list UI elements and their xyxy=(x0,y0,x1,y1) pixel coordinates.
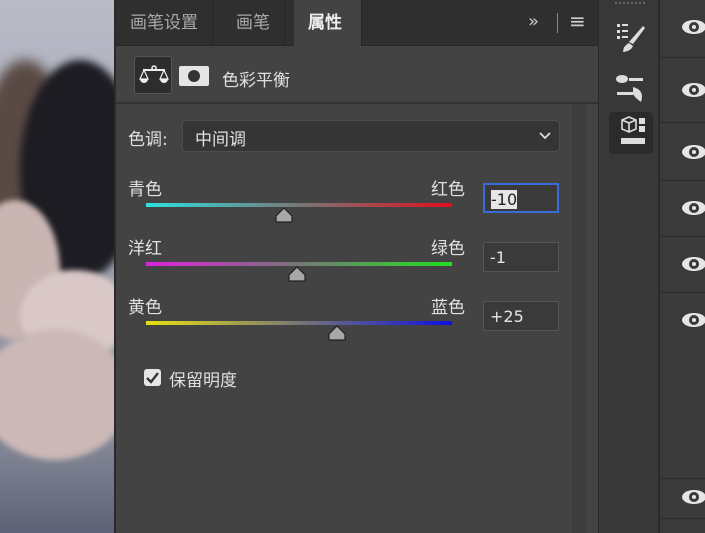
layers-column xyxy=(660,0,705,533)
panel-menu-icon[interactable]: ≡ xyxy=(569,9,586,33)
visibility-eye-icon[interactable] xyxy=(682,145,705,159)
slider-right-label: 红色 xyxy=(431,180,465,200)
layer-divider xyxy=(660,122,705,123)
slider-thumb[interactable] xyxy=(275,207,293,223)
slider-value-input[interactable]: -10 xyxy=(483,183,559,213)
layer-divider xyxy=(660,292,705,293)
brush-settings-icon[interactable] xyxy=(609,68,653,110)
properties-icon[interactable] xyxy=(609,112,653,154)
adjustment-header: 色彩平衡 xyxy=(116,46,600,104)
tone-value: 中间调 xyxy=(195,130,246,150)
tab-brush-settings[interactable]: 画笔设置 xyxy=(116,0,213,46)
slider-value-input[interactable]: +25 xyxy=(483,301,559,331)
grip-handle[interactable] xyxy=(615,2,645,6)
preserve-luminosity-checkbox[interactable] xyxy=(144,369,161,386)
slider-left-label: 洋红 xyxy=(128,239,162,259)
slider-value: -1 xyxy=(490,248,506,267)
slider-value-input[interactable]: -1 xyxy=(483,242,559,272)
scale-balance-icon[interactable] xyxy=(134,56,172,94)
divider xyxy=(557,13,558,33)
checkmark-icon xyxy=(146,372,159,384)
slider-right-label: 绿色 xyxy=(431,239,465,259)
visibility-eye-icon[interactable] xyxy=(682,20,705,34)
slider-thumb[interactable] xyxy=(328,325,346,341)
scrollbar[interactable] xyxy=(572,104,586,533)
layer-divider xyxy=(660,236,705,237)
slider-thumb[interactable] xyxy=(288,266,307,282)
canvas-image xyxy=(0,0,114,533)
collapse-icon[interactable]: » xyxy=(528,11,539,32)
slider-left-label: 青色 xyxy=(128,180,162,200)
visibility-eye-icon[interactable] xyxy=(682,313,705,327)
slider-right-label: 蓝色 xyxy=(431,298,465,318)
properties-panel: 画笔设置 画笔 属性 » ≡ 色彩平衡 色调: 中间调 青色 红色 -10 洋红… xyxy=(114,0,600,533)
tab-properties[interactable]: 属性 xyxy=(294,0,362,46)
layer-divider xyxy=(660,478,705,479)
slider-track[interactable] xyxy=(146,203,452,207)
tab-bar: 画笔设置 画笔 属性 » ≡ xyxy=(116,0,600,46)
side-toolbar xyxy=(598,0,660,533)
layer-mask-icon[interactable] xyxy=(179,66,209,86)
tone-label: 色调: xyxy=(128,130,168,150)
slider-value: +25 xyxy=(490,307,524,326)
slider-value: -10 xyxy=(491,190,518,209)
visibility-eye-icon[interactable] xyxy=(682,201,705,215)
adjustment-title: 色彩平衡 xyxy=(222,71,290,91)
visibility-eye-icon[interactable] xyxy=(682,83,705,97)
tab-brush[interactable]: 画笔 xyxy=(222,0,285,46)
layer-divider xyxy=(660,180,705,181)
tone-dropdown[interactable]: 中间调 xyxy=(182,120,560,152)
slider-left-label: 黄色 xyxy=(128,298,162,318)
brush-presets-icon[interactable] xyxy=(609,16,653,58)
chevron-down-icon xyxy=(539,132,551,140)
preserve-luminosity-label: 保留明度 xyxy=(169,371,237,391)
slider-track[interactable] xyxy=(146,321,452,325)
visibility-eye-icon[interactable] xyxy=(682,490,705,504)
layer-divider xyxy=(660,57,705,58)
layer-divider xyxy=(660,518,705,519)
visibility-eye-icon[interactable] xyxy=(682,257,705,271)
